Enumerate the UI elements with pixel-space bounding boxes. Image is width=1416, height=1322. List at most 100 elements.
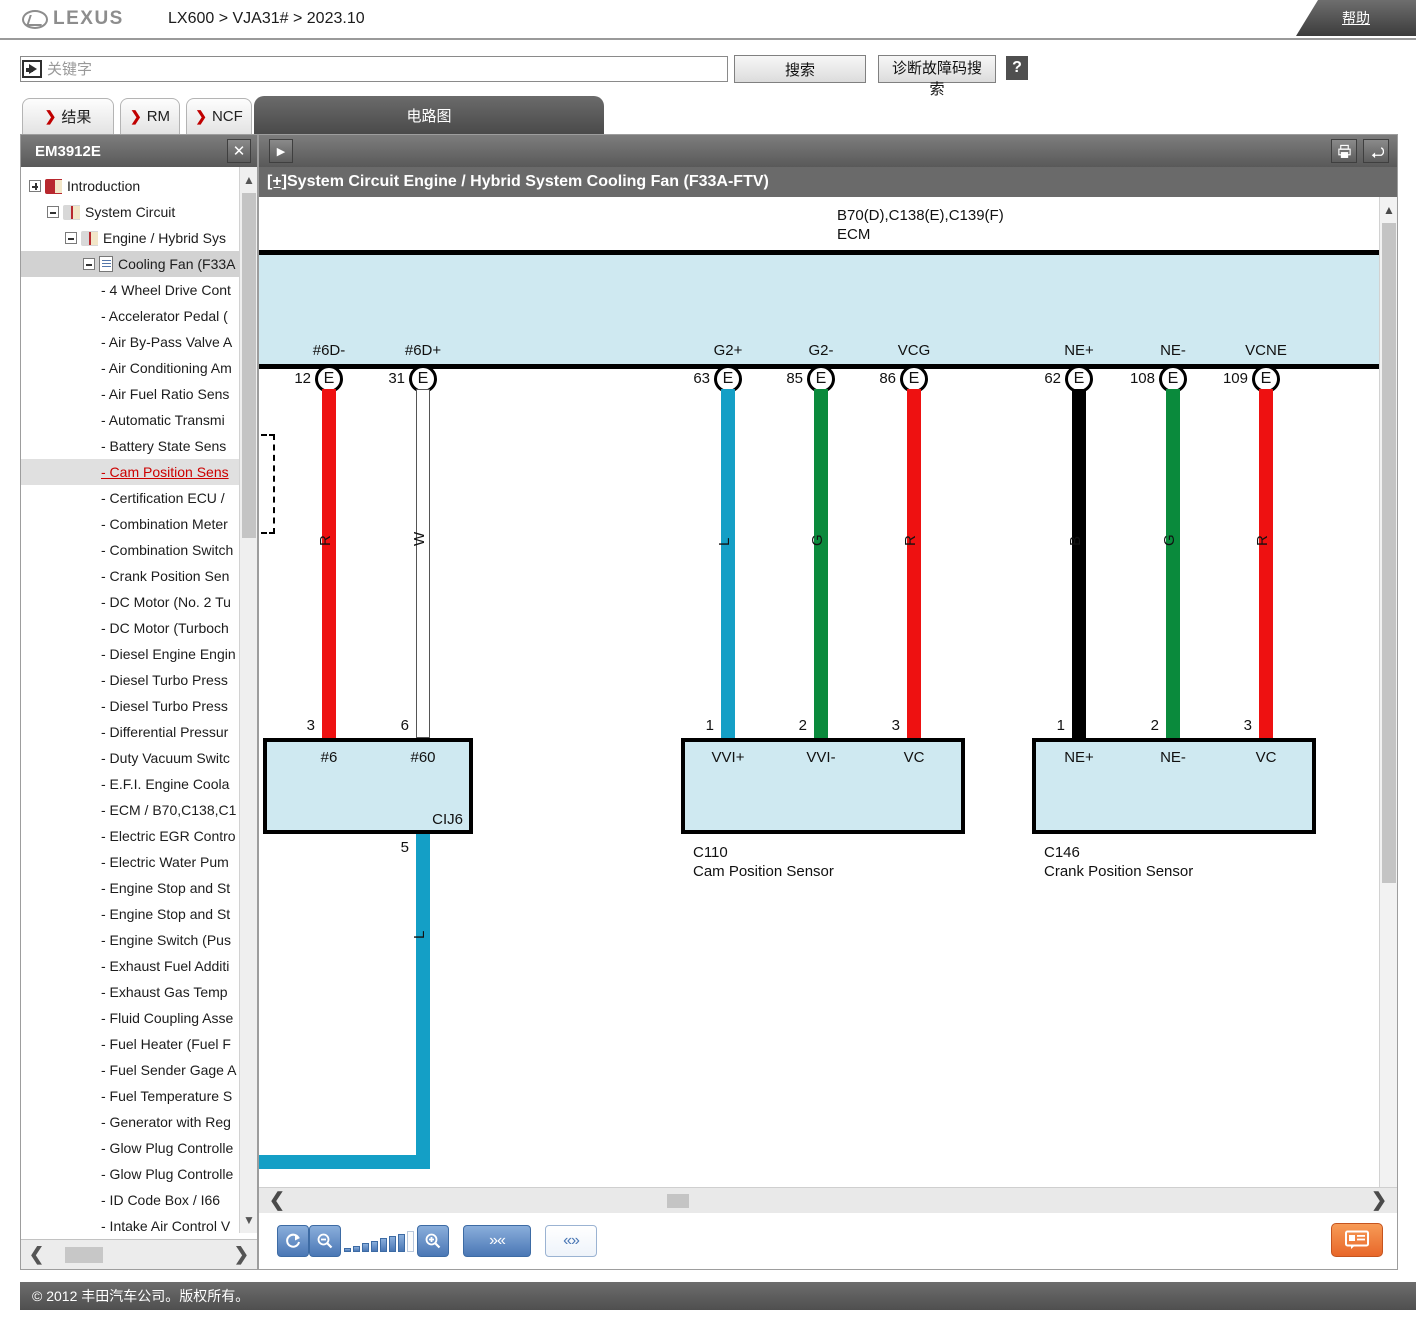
circuit-diagram-canvas[interactable]: B70(D),C138(E),C139(F)ECM#6D-12ER#6D+31E…: [259, 197, 1379, 1217]
tree-item[interactable]: Introduction: [21, 173, 241, 199]
tree-item[interactable]: - Intake Air Control V: [21, 1213, 241, 1233]
hscroll-thumb[interactable]: [667, 1194, 689, 1208]
scroll-up-icon[interactable]: ▲: [1380, 201, 1398, 219]
search-input[interactable]: [42, 58, 727, 80]
ecm-pin-number: 62: [1019, 370, 1061, 387]
tree-item[interactable]: - Air Fuel Ratio Sens: [21, 381, 241, 407]
scroll-left-icon[interactable]: ❮: [29, 1244, 44, 1265]
tree-item[interactable]: - Electric EGR Contro: [21, 823, 241, 849]
refresh-icon[interactable]: [277, 1225, 309, 1257]
hscroll-thumb[interactable]: [65, 1247, 103, 1263]
collapse-icon[interactable]: [65, 232, 77, 244]
tree-item[interactable]: - Engine Stop and St: [21, 875, 241, 901]
tree-item[interactable]: System Circuit: [21, 199, 241, 225]
tree-item[interactable]: - Glow Plug Controlle: [21, 1161, 241, 1187]
tree-item[interactable]: - Electric Water Pum: [21, 849, 241, 875]
zoom-step-bar[interactable]: [380, 1238, 387, 1252]
scroll-left-icon[interactable]: ❮: [269, 1189, 285, 1212]
tree-item[interactable]: - ID Code Box / I66: [21, 1187, 241, 1213]
tree-item-label: Engine / Hybrid Sys: [103, 230, 226, 246]
connector-name: Cam Position Sensor: [693, 863, 834, 880]
search-button[interactable]: 搜索: [734, 55, 866, 83]
tab-ncf[interactable]: ❯ NCF: [186, 98, 252, 134]
tree-item[interactable]: - Accelerator Pedal (: [21, 303, 241, 329]
collapse-icon[interactable]: »«: [463, 1225, 531, 1257]
tree-item[interactable]: - Certification ECU /: [21, 485, 241, 511]
tree-item[interactable]: - Air Conditioning Am: [21, 355, 241, 381]
expand-icon[interactable]: [29, 180, 41, 192]
tree-item[interactable]: - 4 Wheel Drive Cont: [21, 277, 241, 303]
title-expand-marker[interactable]: [+]: [267, 173, 287, 191]
tree-item[interactable]: - Diesel Engine Engin: [21, 641, 241, 667]
diagram-horizontal-scrollbar[interactable]: ❮ ❯: [259, 1187, 1397, 1213]
tree-item[interactable]: - Exhaust Gas Temp: [21, 979, 241, 1005]
zoom-step-bar[interactable]: [371, 1241, 378, 1252]
scroll-right-icon[interactable]: ❯: [1371, 1189, 1387, 1212]
tree-item[interactable]: - DC Motor (Turboch: [21, 615, 241, 641]
zoom-step-bar[interactable]: [398, 1234, 405, 1252]
tree-item[interactable]: Engine / Hybrid Sys: [21, 225, 241, 251]
tree-item[interactable]: - Fuel Temperature S: [21, 1083, 241, 1109]
tree-item[interactable]: - Glow Plug Controlle: [21, 1135, 241, 1161]
tree-item-label: - Diesel Engine Engin: [101, 646, 236, 662]
tree-item[interactable]: - Exhaust Fuel Additi: [21, 953, 241, 979]
tree-vertical-scrollbar[interactable]: ▲ ▼: [239, 167, 257, 1233]
connector-pin-number: 3: [862, 717, 900, 734]
tree-item[interactable]: - Diesel Turbo Press: [21, 693, 241, 719]
collapse-icon[interactable]: [47, 206, 59, 218]
help-button[interactable]: 帮助: [1296, 0, 1416, 36]
tab-rm[interactable]: ❯ RM: [120, 98, 180, 134]
tree-item[interactable]: - Engine Switch (Pus: [21, 927, 241, 953]
scroll-thumb[interactable]: [242, 193, 256, 538]
tree-item[interactable]: - E.F.I. Engine Coola: [21, 771, 241, 797]
expand-icon[interactable]: «»: [545, 1225, 597, 1257]
tree-item[interactable]: - Cam Position Sens: [21, 459, 241, 485]
tree-item[interactable]: - DC Motor (No. 2 Tu: [21, 589, 241, 615]
tree-item[interactable]: - Automatic Transmi: [21, 407, 241, 433]
zoom-step-bar[interactable]: [407, 1231, 414, 1252]
zoom-step-bar[interactable]: [389, 1236, 396, 1252]
ecm-terminal-name: #6D-: [284, 342, 374, 359]
diagram-vertical-scrollbar[interactable]: ▲ ▼: [1379, 197, 1397, 1217]
tree-item[interactable]: - Combination Switch: [21, 537, 241, 563]
tree-item[interactable]: - Engine Stop and St: [21, 901, 241, 927]
scroll-up-icon[interactable]: ▲: [240, 171, 258, 189]
scroll-right-icon[interactable]: ❯: [234, 1244, 249, 1265]
scroll-thumb[interactable]: [1382, 223, 1396, 883]
dtc-search-button[interactable]: 诊断故障码搜索: [878, 55, 996, 83]
tree-item[interactable]: - Battery State Sens: [21, 433, 241, 459]
tab-circuit-diagram[interactable]: 电路图: [254, 96, 604, 134]
zoom-step-bar[interactable]: [353, 1246, 360, 1252]
tab-results[interactable]: ❯ 结果: [22, 98, 114, 134]
zoom-out-icon[interactable]: [309, 1225, 341, 1257]
tree-item[interactable]: - Diesel Turbo Press: [21, 667, 241, 693]
tree-item[interactable]: - Air By-Pass Valve A: [21, 329, 241, 355]
tree-item[interactable]: - Fluid Coupling Asse: [21, 1005, 241, 1031]
tree-item[interactable]: - ECM / B70,C138,C1: [21, 797, 241, 823]
zoom-in-icon[interactable]: [417, 1225, 449, 1257]
tree-item-label: - Combination Switch: [101, 542, 233, 558]
tree-item-label: - Differential Pressur: [101, 724, 228, 740]
tree-item[interactable]: - Combination Meter: [21, 511, 241, 537]
back-arrow-icon[interactable]: [1363, 139, 1389, 163]
feedback-icon[interactable]: [1331, 1223, 1383, 1257]
expand-panel-button[interactable]: ▶: [269, 139, 293, 163]
tree-item[interactable]: - Crank Position Sen: [21, 563, 241, 589]
tree-horizontal-scrollbar[interactable]: ❮ ❯: [21, 1239, 257, 1269]
tree-item[interactable]: - Fuel Heater (Fuel F: [21, 1031, 241, 1057]
tree-item[interactable]: - Differential Pressur: [21, 719, 241, 745]
help-question-icon[interactable]: ?: [1006, 56, 1028, 80]
tree-item[interactable]: - Fuel Sender Gage A: [21, 1057, 241, 1083]
collapse-icon[interactable]: [83, 258, 95, 270]
close-icon[interactable]: ✕: [227, 139, 251, 163]
scroll-down-icon[interactable]: ▼: [240, 1211, 258, 1229]
print-icon[interactable]: [1331, 139, 1357, 163]
tree-item[interactable]: - Generator with Reg: [21, 1109, 241, 1135]
zoom-step-bar[interactable]: [344, 1248, 351, 1252]
help-label: 帮助: [1342, 8, 1370, 28]
top-header: LEXUS LX600 > VJA31# > 2023.10 帮助: [0, 0, 1416, 40]
tree-item[interactable]: - Duty Vacuum Switc: [21, 745, 241, 771]
zoom-step-bar[interactable]: [362, 1243, 369, 1252]
tree-item[interactable]: Cooling Fan (F33A: [21, 251, 241, 277]
zoom-level-indicator[interactable]: [344, 1230, 414, 1252]
